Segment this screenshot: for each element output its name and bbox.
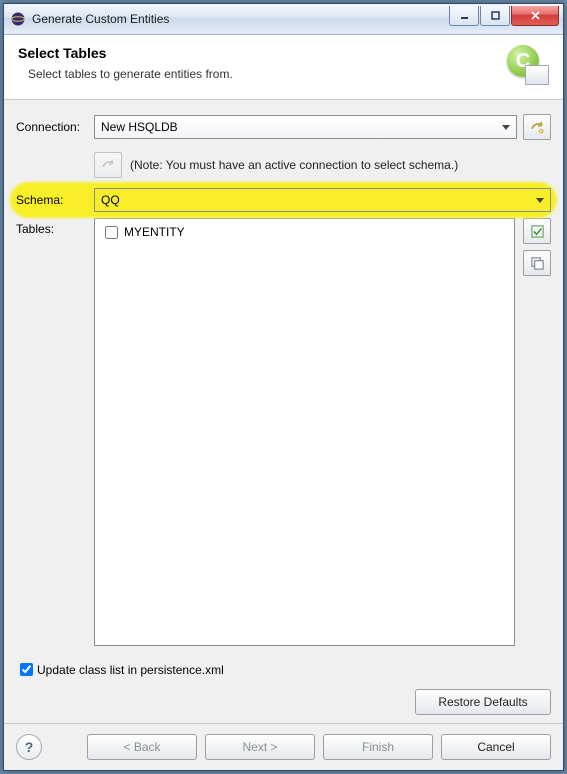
wizard-body: Connection: New HSQLDB (Note: You must h…	[4, 100, 563, 723]
close-button[interactable]	[511, 6, 559, 26]
maximize-button[interactable]	[480, 6, 510, 26]
tables-area: Tables: MYENTITY	[16, 218, 551, 646]
wizard-banner: Select Tables Select tables to generate …	[4, 35, 563, 100]
entity-wizard-icon: C	[501, 45, 549, 85]
back-button[interactable]: < Back	[87, 734, 197, 760]
update-classlist-label: Update class list in persistence.xml	[37, 663, 224, 677]
window-controls	[448, 6, 563, 26]
schema-highlight: Schema: QQ	[16, 188, 551, 212]
connection-select[interactable]: New HSQLDB	[94, 115, 517, 139]
reconnect-button[interactable]	[94, 152, 122, 178]
schema-label: Schema:	[16, 193, 94, 207]
schema-select[interactable]: QQ	[94, 188, 551, 212]
table-name: MYENTITY	[124, 225, 185, 239]
finish-button[interactable]: Finish	[323, 734, 433, 760]
select-all-button[interactable]	[523, 218, 551, 244]
new-connection-button[interactable]	[523, 114, 551, 140]
table-checkbox[interactable]	[105, 226, 118, 239]
cancel-button[interactable]: Cancel	[441, 734, 551, 760]
eclipse-icon	[10, 11, 26, 27]
restore-defaults-button[interactable]: Restore Defaults	[415, 689, 551, 715]
connection-row: Connection: New HSQLDB	[16, 114, 551, 140]
wizard-footer: ? < Back Next > Finish Cancel	[4, 723, 563, 770]
schema-value: QQ	[101, 193, 120, 207]
table-row[interactable]: MYENTITY	[101, 223, 508, 241]
connection-note-row: (Note: You must have an active connectio…	[94, 152, 551, 178]
connection-note: (Note: You must have an active connectio…	[130, 158, 458, 172]
minimize-button[interactable]	[449, 6, 479, 26]
banner-subtitle: Select tables to generate entities from.	[28, 67, 493, 81]
update-classlist-checkbox[interactable]: Update class list in persistence.xml	[16, 660, 551, 679]
connection-label: Connection:	[16, 120, 94, 134]
connection-value: New HSQLDB	[101, 120, 178, 134]
window-title: Generate Custom Entities	[32, 12, 448, 26]
help-button[interactable]: ?	[16, 734, 42, 760]
update-classlist-input[interactable]	[20, 663, 33, 676]
titlebar: Generate Custom Entities	[4, 4, 563, 35]
deselect-all-button[interactable]	[523, 250, 551, 276]
next-button[interactable]: Next >	[205, 734, 315, 760]
dialog-window: Generate Custom Entities Select Tables S…	[3, 3, 564, 771]
help-icon: ?	[25, 739, 34, 755]
tables-label: Tables:	[16, 218, 94, 646]
banner-title: Select Tables	[18, 45, 493, 61]
tables-list[interactable]: MYENTITY	[94, 218, 515, 646]
